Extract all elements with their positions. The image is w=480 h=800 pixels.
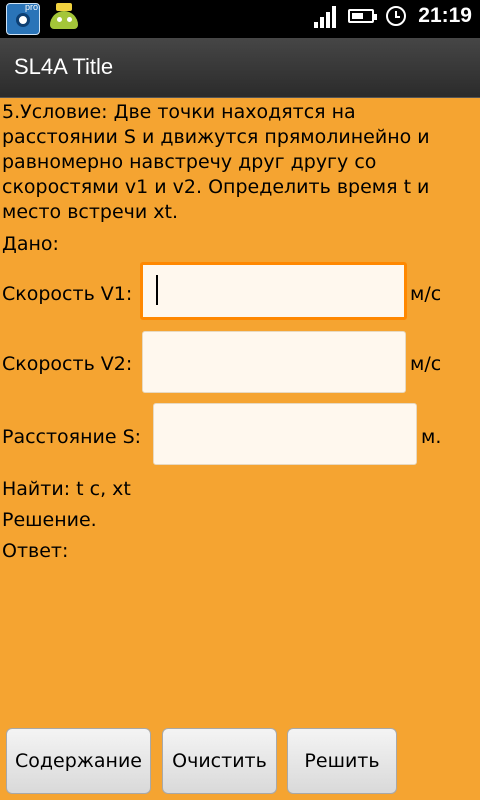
battery-icon (348, 9, 378, 23)
system-icons: 21:19 (314, 4, 472, 28)
clear-button[interactable]: Очистить (162, 728, 277, 794)
camera-pro-icon: pro (6, 2, 40, 35)
given-label: Дано: (2, 233, 59, 255)
v1-label: Скорость V1: (2, 283, 133, 305)
status-time: 21:19 (418, 4, 472, 27)
signal-icon (314, 4, 337, 28)
android-crown-icon (46, 3, 82, 35)
solution-label: Решение. (2, 509, 97, 531)
v2-label: Скорость V2: (2, 353, 133, 375)
notification-area: pro (6, 2, 82, 35)
v2-input[interactable] (143, 332, 405, 392)
android-eye-right (67, 17, 72, 22)
problem-condition: 5.Условие: Две точки находятся на рассто… (2, 101, 430, 223)
answer-label: Ответ: (2, 540, 69, 562)
status-bar: pro 21:19 (0, 0, 480, 38)
camera-lens (16, 13, 30, 27)
crown-shape (56, 3, 72, 11)
v2-input-field[interactable] (142, 331, 406, 393)
android-eye-left (57, 17, 62, 22)
distance-input[interactable] (154, 404, 416, 464)
android-head (50, 11, 78, 29)
pro-badge: pro (24, 2, 38, 12)
alarm-clock-icon (386, 6, 407, 26)
app-titlebar: SL4A Title (0, 38, 480, 98)
v1-unit: м/с (410, 283, 442, 305)
contents-button[interactable]: Содержание (6, 728, 151, 794)
text-cursor (156, 275, 158, 305)
solve-button[interactable]: Решить (287, 728, 397, 794)
distance-unit: м. (421, 426, 442, 448)
distance-input-field[interactable] (153, 403, 417, 465)
app-title: SL4A Title (14, 54, 114, 79)
v1-input-field[interactable] (140, 262, 407, 320)
distance-label: Расстояние S: (2, 426, 142, 448)
v2-unit: м/с (410, 353, 442, 375)
v1-input[interactable] (143, 265, 404, 317)
battery-fill (352, 13, 364, 19)
find-label: Найти: t с, xt (2, 478, 131, 500)
